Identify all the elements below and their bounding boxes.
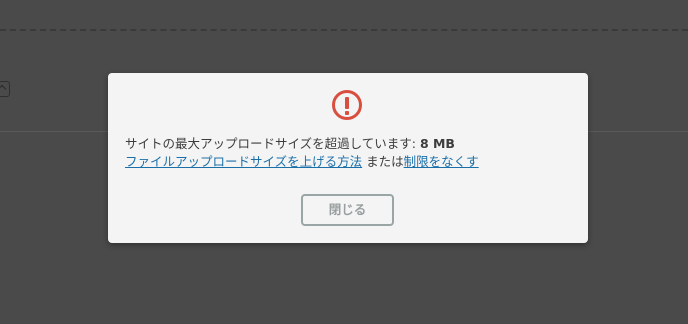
background-dashed-divider [0, 29, 688, 31]
message-line-2: ファイルアップロードサイズを上げる方法 または制限をなくす [125, 153, 575, 171]
upload-limit-modal: サイトの最大アップロードサイズを超過しています: 8 MB ファイルアップロード… [108, 73, 588, 243]
max-size-value: 8 MB [419, 136, 455, 151]
modal-message: サイトの最大アップロードサイズを超過しています: 8 MB ファイルアップロード… [125, 135, 575, 171]
upload-size-help-link[interactable]: ファイルアップロードサイズを上げる方法 [125, 154, 362, 169]
message-line-1: サイトの最大アップロードサイズを超過しています: 8 MB [125, 135, 575, 153]
message-text: サイトの最大アップロードサイズを超過しています: [125, 136, 420, 151]
warning-circle-icon [332, 90, 362, 120]
warning-icon-bar [345, 97, 349, 109]
remove-limit-link[interactable]: 制限をなくす [404, 154, 479, 169]
warning-icon-dot [345, 111, 349, 115]
background-control-fragment [0, 81, 10, 97]
close-button[interactable]: 閉じる [301, 194, 394, 226]
chevron-up-icon [0, 84, 7, 94]
or-text: または [362, 154, 404, 169]
